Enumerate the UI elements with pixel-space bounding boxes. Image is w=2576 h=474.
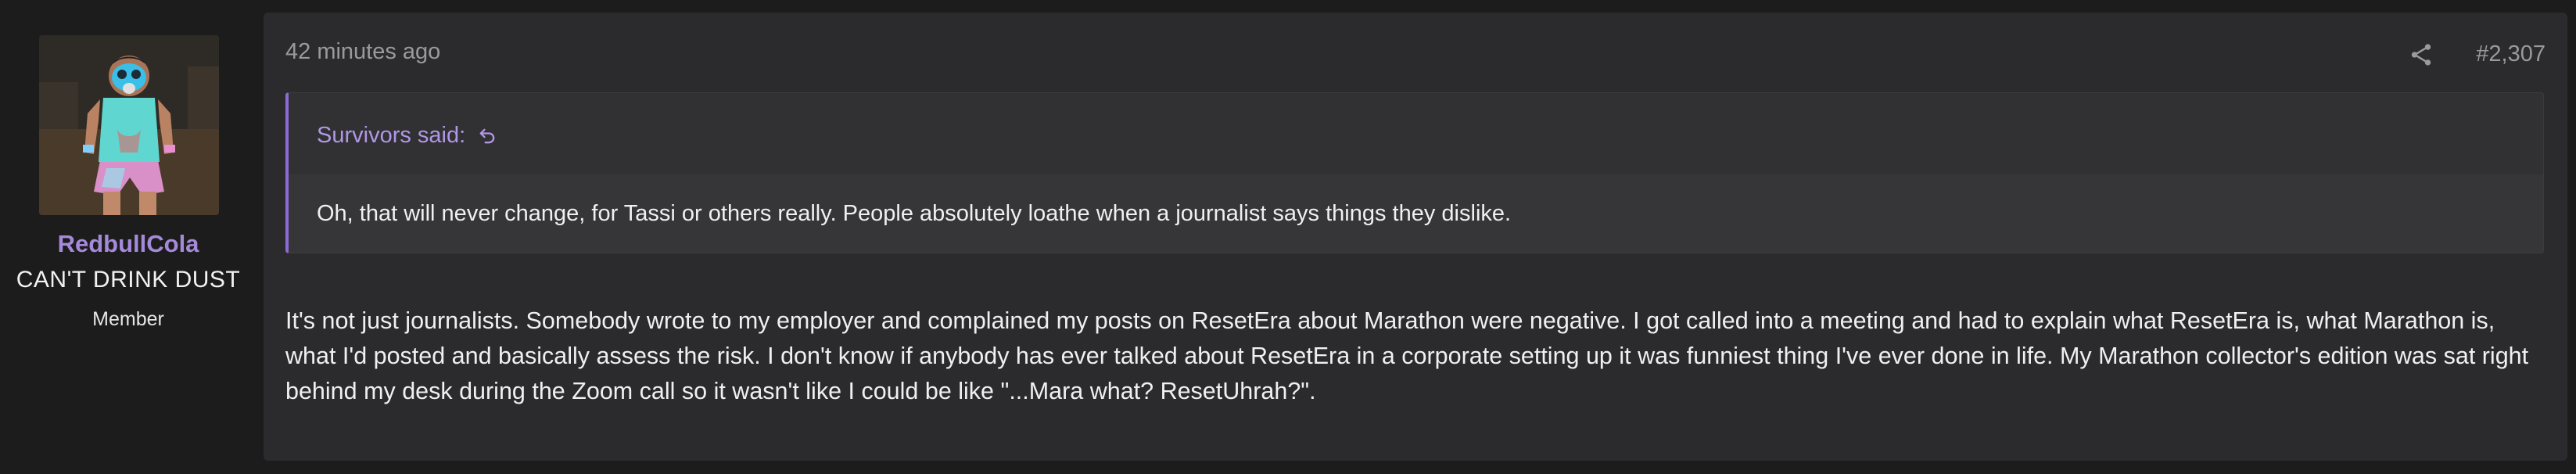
forum-post: RedbullCola CAN'T DRINK DUST Member 42 m… <box>0 0 2576 474</box>
quote-text: Oh, that will never change, for Tassi or… <box>317 201 1512 226</box>
quote-body: Oh, that will never change, for Tassi or… <box>289 174 2543 253</box>
avatar-image <box>39 35 219 215</box>
post-body: It's not just journalists. Somebody wrot… <box>285 307 2529 404</box>
user-role: Member <box>92 308 164 330</box>
quote-author: Survivors said: <box>317 123 466 148</box>
quote-block: Survivors said: Oh, that will never chan… <box>285 92 2544 253</box>
message-card: 42 minutes ago #2,307 Survivors said: Oh… <box>264 13 2567 461</box>
post-timestamp[interactable]: 42 minutes ago <box>285 39 440 65</box>
jump-to-quote-icon[interactable] <box>476 125 498 147</box>
avatar[interactable] <box>39 35 219 215</box>
post-number[interactable]: #2,307 <box>2476 41 2546 67</box>
username[interactable]: RedbullCola <box>0 230 257 258</box>
share-icon[interactable] <box>2408 41 2434 68</box>
user-title: CAN'T DRINK DUST <box>16 267 241 293</box>
quote-author-link[interactable]: Survivors said: <box>317 123 498 149</box>
user-info: RedbullCola CAN'T DRINK DUST Member <box>0 0 257 474</box>
